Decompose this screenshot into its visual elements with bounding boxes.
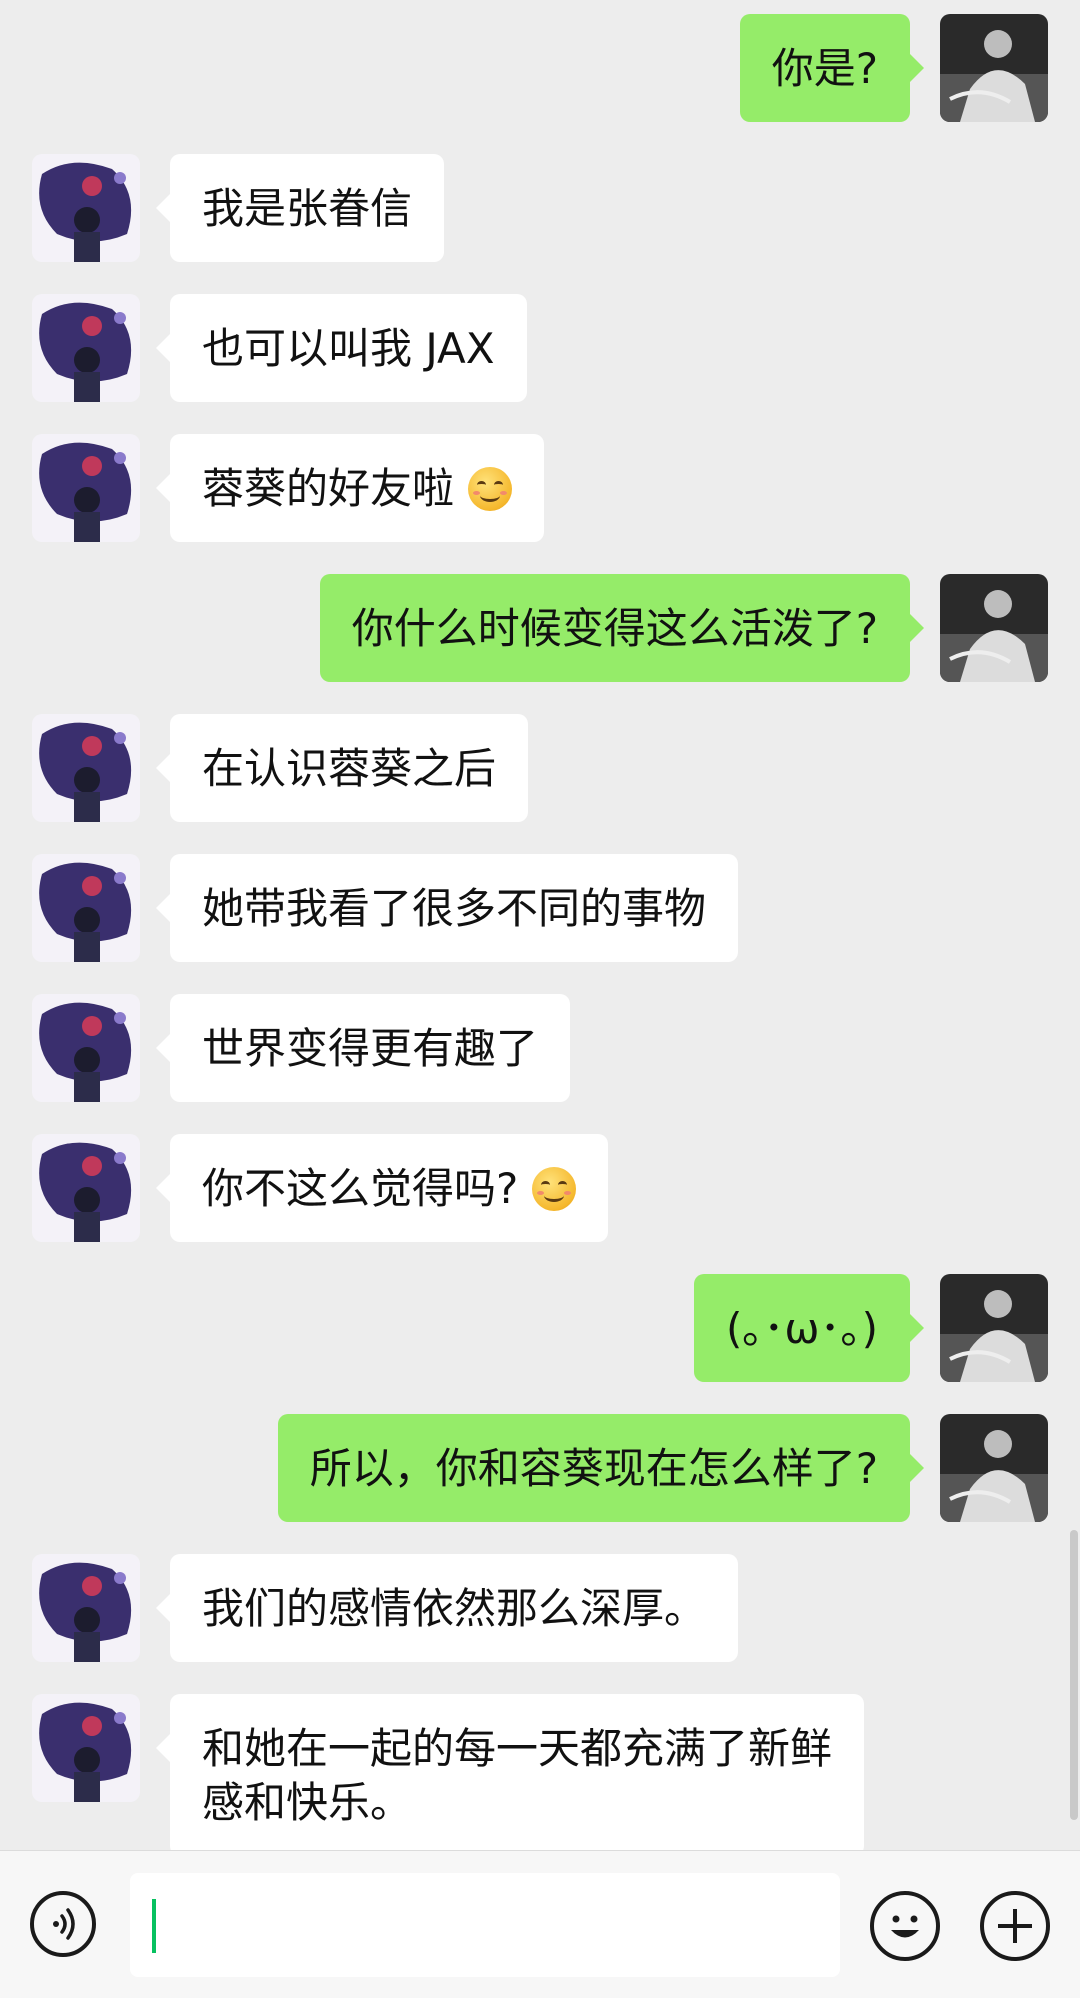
contact-avatar[interactable] [32,294,140,402]
voice-icon[interactable] [30,1891,96,1957]
message-bubble-other[interactable]: 我是张眷信 [155,154,445,262]
chat-scrollbar[interactable] [1070,1530,1078,1820]
contact-avatar[interactable] [32,854,140,962]
message-bubble-other[interactable]: 蓉葵的好友啦 [155,434,545,542]
message-bubble-other[interactable]: 在认识蓉葵之后 [155,714,529,822]
message-bubble-other[interactable]: 也可以叫我 JAX [156,294,527,402]
message-text: 你是? [771,44,878,93]
smiling-face-icon [532,1167,577,1211]
message-text: 你什么时候变得这么活泼了? [351,604,878,653]
contact-avatar[interactable] [32,714,140,822]
contact-avatar[interactable] [32,994,140,1102]
message-bubble-other[interactable]: 她带我看了很多不同的事物 [155,854,739,962]
message-bubble-self[interactable]: (｡･ω･｡) [694,1274,924,1382]
chat-input-bar [0,1850,1080,1998]
emoji-face-icon[interactable] [870,1891,940,1961]
contact-avatar[interactable] [32,154,140,262]
message-bubble-other[interactable]: 我们的感情依然那么深厚。 [155,1554,739,1662]
message-bubble-self[interactable]: 你什么时候变得这么活泼了? [319,574,925,682]
message-bubble-self[interactable]: 所以，你和容葵现在怎么样了? [277,1414,925,1522]
message-text: (｡･ω･｡) [726,1304,878,1353]
smiling-face-icon [468,467,513,511]
message-input[interactable] [130,1873,840,1977]
message-bubble-other[interactable]: 和她在一起的每一天都充满了新鲜 感和快乐。 [155,1694,865,1850]
message-text: 我们的感情依然那么深厚。 [202,1584,707,1633]
contact-avatar[interactable] [32,1134,140,1242]
message-text: 我是张眷信 [202,184,413,233]
message-text: 也可以叫我 JAX [202,324,495,373]
text-cursor [152,1899,156,1953]
message-text: 和她在一起的每一天都充满了新鲜 感和快乐。 [202,1724,833,1827]
message-text: 在认识蓉葵之后 [202,744,497,793]
contact-avatar[interactable] [32,1694,140,1802]
self-avatar[interactable] [940,14,1048,122]
message-text: 你不这么觉得吗? [202,1164,519,1213]
message-bubble-other[interactable]: 你不这么觉得吗? [155,1134,609,1242]
contact-avatar[interactable] [32,1554,140,1662]
self-avatar[interactable] [940,1274,1048,1382]
self-avatar[interactable] [940,574,1048,682]
message-text: 世界变得更有趣了 [202,1024,539,1073]
self-avatar[interactable] [940,1414,1048,1522]
message-bubble-other[interactable]: 世界变得更有趣了 [155,994,571,1102]
message-bubble-self[interactable]: 你是? [739,14,925,122]
message-text: 所以，你和容葵现在怎么样了? [309,1444,878,1493]
chat-message-list[interactable]: 你是? 我是张眷信 也可以叫我 JAX 蓉葵的好友啦 你什么时候变得这么活泼了? [0,0,1080,1850]
message-text: 蓉葵的好友啦 [202,464,455,513]
contact-avatar[interactable] [32,434,140,542]
message-text: 她带我看了很多不同的事物 [202,884,707,933]
plus-icon[interactable] [980,1891,1050,1961]
